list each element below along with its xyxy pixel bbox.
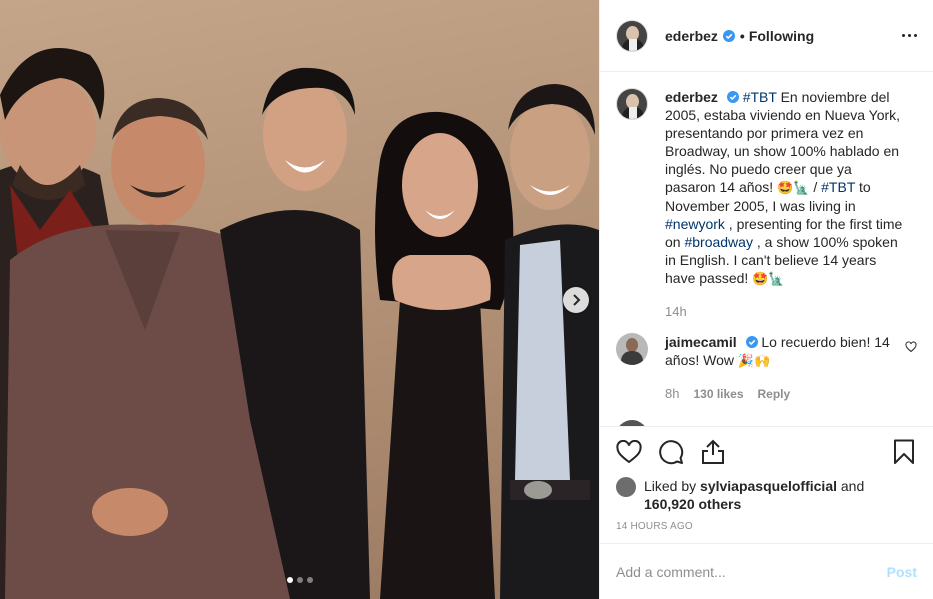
- actions-section: Liked by sylviapasquelofficial and 160,9…: [600, 426, 933, 543]
- post-comment-button[interactable]: Post: [887, 564, 917, 580]
- liked-by-prefix: Liked by: [644, 478, 697, 494]
- post-timestamp[interactable]: 14 HOURS AGO: [616, 521, 917, 532]
- comment-text: jaimecamil Lo recuerdo bien! 14 años! Wo…: [665, 333, 905, 370]
- comment-age: 8h: [665, 386, 680, 401]
- caption-separator: /: [809, 179, 822, 195]
- comment-icon: [659, 440, 684, 465]
- comments-list[interactable]: ederbez #TBT En noviembre del 2005, esta…: [600, 72, 933, 426]
- share-button[interactable]: [700, 439, 726, 465]
- post-header: ederbez • Following: [600, 0, 933, 72]
- share-icon: [702, 439, 724, 464]
- comment-meta: 8h 130 likes Reply: [665, 386, 917, 401]
- caption-author-username[interactable]: ederbez: [665, 89, 718, 105]
- comment-entry: jaimecamil Lo recuerdo bien! 14 años! Wo…: [616, 333, 917, 370]
- post-photo[interactable]: [0, 0, 599, 599]
- comment-input[interactable]: [616, 563, 887, 580]
- liked-by-user[interactable]: sylviapasquelofficial: [700, 478, 837, 494]
- comment-likes[interactable]: 130 likes: [693, 387, 743, 401]
- comment-like-heart-icon[interactable]: [905, 341, 917, 353]
- caption-age: 14h: [665, 304, 687, 319]
- caption-text: ederbez #TBT En noviembre del 2005, esta…: [665, 88, 905, 288]
- caption-emoji: 🤩🗽: [752, 271, 785, 286]
- like-button[interactable]: [616, 439, 642, 465]
- liker-avatar[interactable]: [616, 477, 636, 497]
- hashtag-link[interactable]: #TBT: [821, 179, 855, 195]
- carousel-indicator: [0, 577, 599, 583]
- verified-badge-icon: [745, 336, 758, 348]
- post-modal: ederbez • Following ederbez #TBT En novi…: [0, 0, 933, 599]
- liked-by-and: and: [840, 478, 865, 494]
- carousel-dot-3: [306, 577, 313, 583]
- bookmark-icon: [894, 439, 914, 464]
- caption-emoji: 🤩🗽: [777, 180, 810, 195]
- hashtag-link[interactable]: #newyork: [665, 216, 725, 232]
- chevron-right-icon: [573, 294, 581, 306]
- hashtag-link[interactable]: #TBT: [743, 89, 777, 105]
- save-button[interactable]: [891, 439, 917, 465]
- add-comment-bar: Post: [600, 543, 933, 599]
- liked-by-line: Liked by sylviapasquelofficial and 160,9…: [616, 477, 917, 513]
- hashtag-link[interactable]: #broadway: [684, 234, 753, 250]
- commenter-username[interactable]: jaimecamil: [665, 334, 737, 350]
- verified-badge-icon: [722, 29, 735, 42]
- verified-badge-icon: [726, 91, 739, 103]
- more-options-icon[interactable]: [902, 28, 917, 43]
- header-bullet: •: [739, 27, 745, 44]
- likes-count[interactable]: 160,920 others: [644, 496, 741, 512]
- carousel-dot-1: [286, 577, 293, 583]
- liked-by-text: Liked by sylviapasquelofficial and 160,9…: [644, 477, 917, 513]
- author-avatar[interactable]: [616, 19, 648, 52]
- carousel-dot-2: [296, 577, 303, 583]
- comment-button[interactable]: [658, 439, 684, 465]
- post-side-panel: ederbez • Following ederbez #TBT En novi…: [599, 0, 933, 599]
- action-bar: [616, 427, 917, 477]
- commenter-avatar[interactable]: [616, 333, 648, 365]
- reply-button[interactable]: Reply: [758, 387, 791, 401]
- next-photo-button[interactable]: [563, 287, 589, 313]
- group-photo-illustration: [0, 48, 599, 599]
- heart-icon: [616, 440, 642, 464]
- caption-author-avatar[interactable]: [616, 88, 648, 120]
- author-username[interactable]: ederbez: [665, 28, 718, 44]
- following-button[interactable]: Following: [749, 28, 814, 44]
- comment-emoji: 🎉🙌: [737, 353, 771, 368]
- caption-entry: ederbez #TBT En noviembre del 2005, esta…: [616, 88, 917, 288]
- next-comment-avatar: [616, 420, 648, 426]
